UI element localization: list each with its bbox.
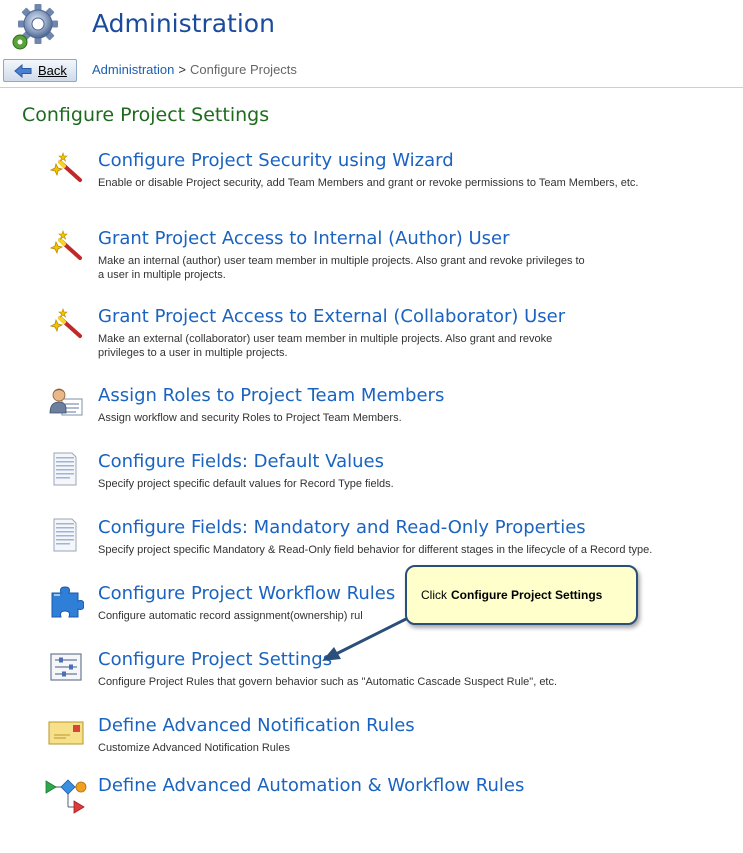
option-title[interactable]: Configure Project Settings xyxy=(98,649,332,670)
app-title: Administration xyxy=(92,9,275,38)
option-assign-roles: Assign Roles to Project Team Members Ass… xyxy=(48,385,728,425)
instruction-callout: Click Configure Project Settings xyxy=(405,565,638,625)
wand-icon xyxy=(49,230,82,260)
option-title[interactable]: Configure Fields: Default Values xyxy=(98,451,384,472)
breadcrumb-separator: > xyxy=(178,62,186,77)
option-description: Enable or disable Project security, add … xyxy=(98,177,639,189)
option-title[interactable]: Grant Project Access to Internal (Author… xyxy=(98,228,510,249)
breadcrumb: Administration > Configure Projects xyxy=(92,62,297,77)
option-configure-mandatory-readonly: Configure Fields: Mandatory and Read-Onl… xyxy=(48,517,728,557)
callout-prefix: Click xyxy=(421,588,447,602)
breadcrumb-current: Configure Projects xyxy=(189,62,297,77)
option-title[interactable]: Configure Project Security using Wizard xyxy=(98,150,454,171)
envelope-icon xyxy=(48,721,84,745)
option-grant-internal-access: Grant Project Access to Internal (Author… xyxy=(48,228,728,281)
option-title[interactable]: Define Advanced Automation & Workflow Ru… xyxy=(98,775,524,796)
callout-target: Configure Project Settings xyxy=(451,588,603,602)
option-configure-default-values: Configure Fields: Default Values Specify… xyxy=(48,451,728,491)
option-configure-project-settings: Configure Project Settings Configure Pro… xyxy=(48,649,728,689)
option-description: Make an internal (author) user team memb… xyxy=(98,255,585,281)
option-grant-external-access: Grant Project Access to External (Collab… xyxy=(48,306,728,359)
option-description: Make an external (collaborator) user tea… xyxy=(98,333,553,359)
breadcrumb-administration-link[interactable]: Administration xyxy=(92,62,174,77)
wand-icon xyxy=(49,308,82,338)
option-define-notification-rules: Define Advanced Notification Rules Custo… xyxy=(48,715,728,755)
option-title[interactable]: Assign Roles to Project Team Members xyxy=(98,385,444,406)
back-button-label: Back xyxy=(38,63,67,78)
option-description: Configure Project Rules that govern beha… xyxy=(98,676,558,688)
option-title[interactable]: Grant Project Access to External (Collab… xyxy=(98,306,565,327)
section-title: Configure Project Settings xyxy=(22,104,270,126)
option-configure-security-wizard: Configure Project Security using Wizard … xyxy=(48,150,728,200)
settings-sliders-icon xyxy=(50,653,82,681)
option-description: Specify project specific default values … xyxy=(98,478,394,490)
gear-logo-icon xyxy=(12,4,58,50)
option-define-automation-workflow-rules: Define Advanced Automation & Workflow Ru… xyxy=(45,775,728,820)
user-card-icon xyxy=(49,388,83,416)
workflow-diagram-icon xyxy=(45,779,87,814)
option-title[interactable]: Configure Project Workflow Rules xyxy=(98,583,395,604)
back-button[interactable]: Back xyxy=(3,59,77,82)
puzzle-icon xyxy=(51,586,84,618)
option-title[interactable]: Define Advanced Notification Rules xyxy=(98,715,415,736)
option-description: Assign workflow and security Roles to Pr… xyxy=(98,412,402,424)
wand-icon xyxy=(49,152,82,182)
option-title[interactable]: Configure Fields: Mandatory and Read-Onl… xyxy=(98,517,586,538)
document-icon xyxy=(53,518,77,552)
document-icon xyxy=(53,452,77,486)
page-header: Administration Back Administration > Confi… xyxy=(0,0,743,88)
option-description: Specify project specific Mandatory & Rea… xyxy=(98,544,653,556)
option-description: Customize Advanced Notification Rules xyxy=(98,742,290,754)
back-arrow-icon xyxy=(14,63,32,78)
